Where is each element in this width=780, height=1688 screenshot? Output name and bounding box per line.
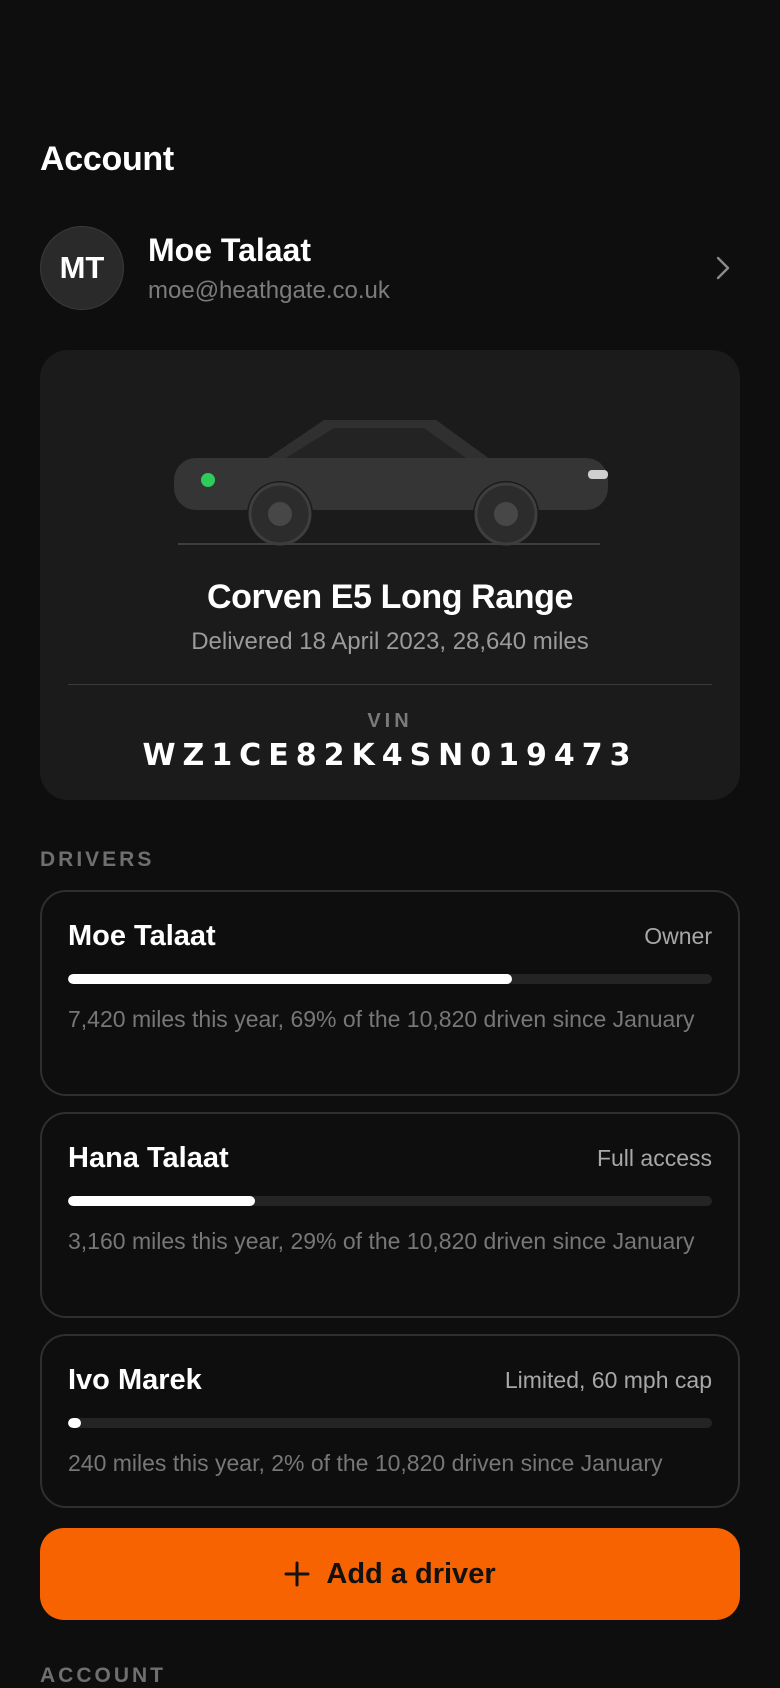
driver-mileage-note: 3,160 miles this year, 29% of the 10,820… — [68, 1228, 695, 1254]
driver-header: Moe Talaat Owner — [68, 918, 712, 954]
mileage-progress-fill — [68, 1196, 255, 1206]
driver-header: Hana Talaat Full access — [68, 1140, 712, 1176]
profile-name: Moe Talaat — [148, 231, 311, 268]
driver-name: Ivo Marek — [68, 1363, 202, 1396]
vehicle-subtitle: Delivered 18 April 2023, 28,640 miles — [191, 628, 589, 655]
vehicle-name: Corven E5 Long Range — [206, 578, 574, 616]
driver-name: Hana Talaat — [68, 1141, 229, 1174]
status-dot — [201, 473, 215, 487]
driver-role: Limited, 60 mph cap — [504, 1366, 712, 1393]
driver-header: Ivo Marek Limited, 60 mph cap — [68, 1362, 712, 1398]
account-section-label: ACCOUNT — [40, 1664, 166, 1687]
driver-mileage-note: 240 miles this year, 2% of the 10,820 dr… — [68, 1450, 663, 1476]
page-title: Account — [40, 140, 174, 178]
drivers-section-label: DRIVERS — [40, 848, 155, 871]
driver-role: Owner — [644, 922, 712, 949]
profile-email: moe@heathgate.co.uk — [148, 276, 390, 304]
mileage-progress-track — [68, 1418, 712, 1428]
mileage-progress-track — [68, 1196, 712, 1206]
add-driver-label: Add a driver — [326, 1557, 496, 1590]
tail-light — [588, 470, 608, 479]
chevron-right-icon — [716, 256, 730, 280]
car-illustration — [174, 420, 608, 547]
add-driver-button[interactable]: Add a driver — [40, 1528, 740, 1620]
driver-card-hana[interactable]: Hana Talaat Full access 3,160 miles this… — [40, 1112, 740, 1318]
avatar: MT — [40, 226, 124, 310]
divider — [68, 684, 712, 685]
driver-card-moe[interactable]: Moe Talaat Owner 7,420 miles this year, … — [40, 890, 740, 1096]
plus-icon — [284, 1561, 310, 1587]
driver-role: Full access — [596, 1144, 712, 1171]
mileage-progress-fill — [68, 1418, 81, 1428]
driver-mileage-note: 7,420 miles this year, 69% of the 10,820… — [68, 1006, 695, 1032]
vin-label: VIN — [367, 710, 413, 732]
profile-row[interactable]: MT Moe Talaat moe@heathgate.co.uk — [40, 226, 740, 310]
vehicle-card: Corven E5 Long Range Delivered 18 April … — [40, 350, 740, 800]
mileage-progress-fill — [68, 974, 513, 984]
vin-value: WZ1CE82K4SN019473 — [142, 738, 638, 773]
profile-text: Moe Talaat moe@heathgate.co.uk — [148, 232, 712, 305]
driver-name: Moe Talaat — [68, 919, 216, 952]
mileage-progress-track — [68, 974, 712, 984]
account-screen: Account MT Moe Talaat moe@heathgate.co.u… — [0, 0, 780, 1688]
driver-card-ivo[interactable]: Ivo Marek Limited, 60 mph cap 240 miles … — [40, 1334, 740, 1508]
